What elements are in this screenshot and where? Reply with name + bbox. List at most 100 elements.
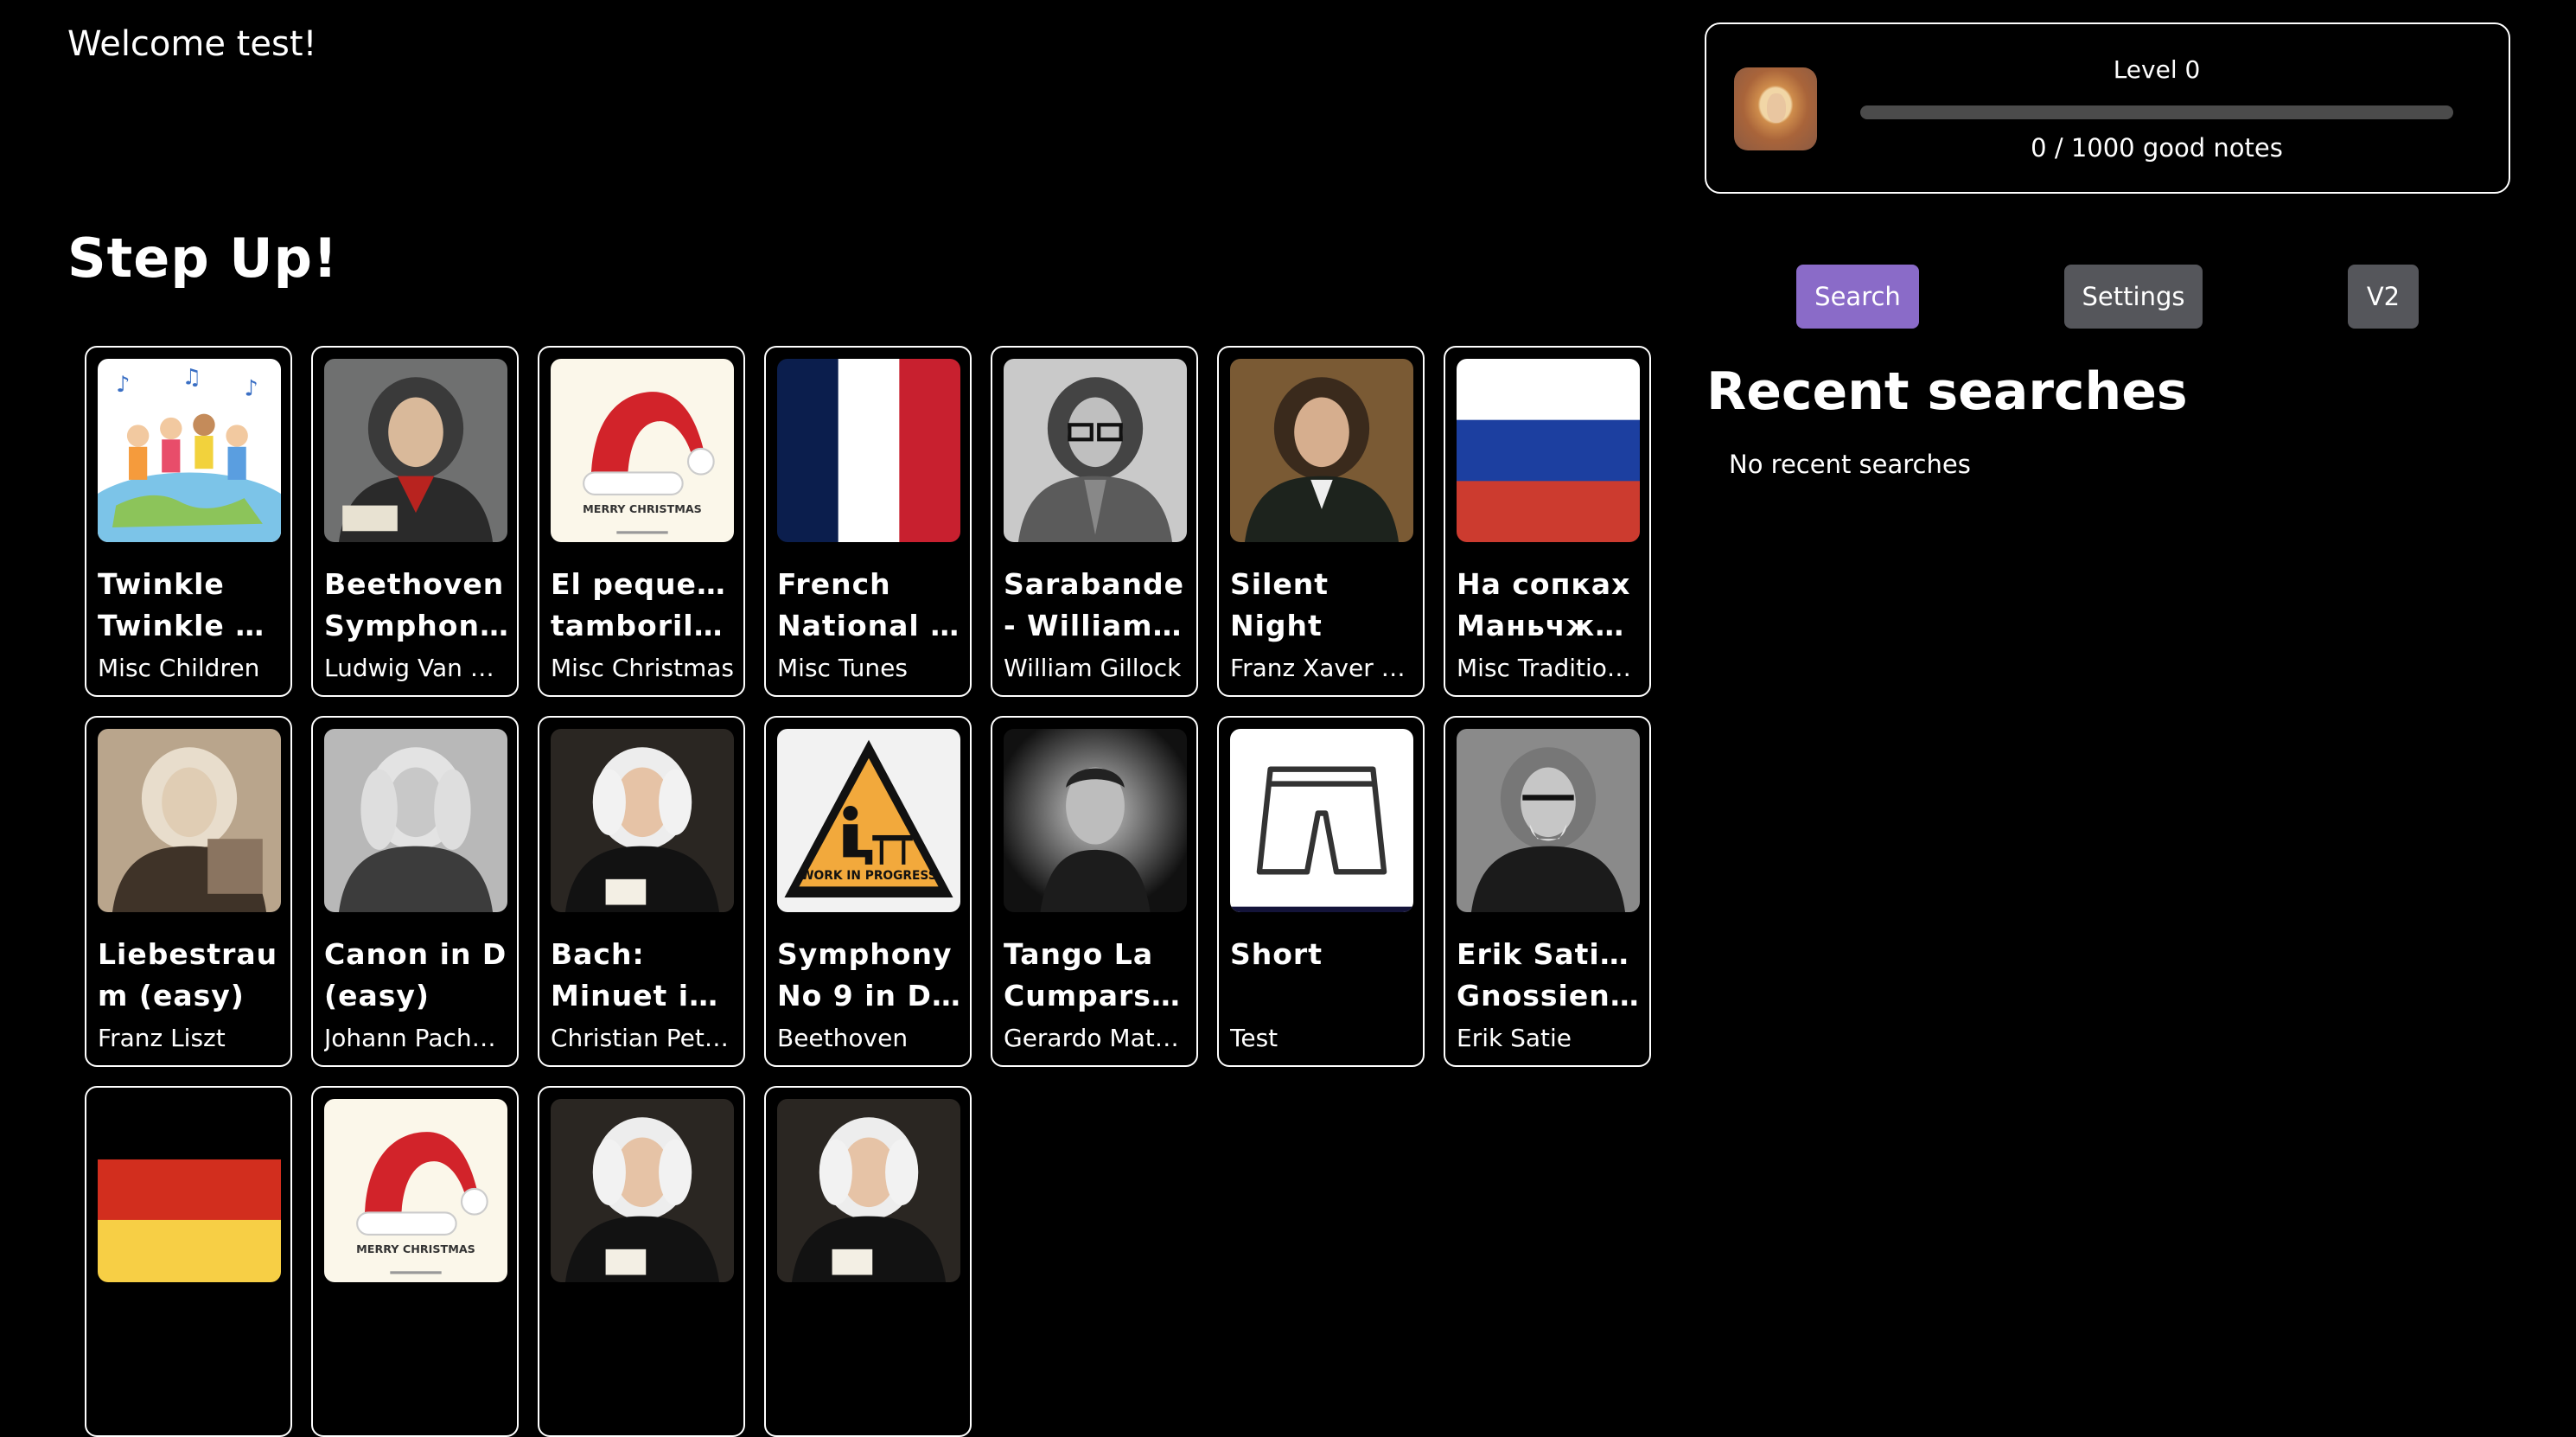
song-title — [98, 1304, 282, 1387]
germany-flag-icon — [98, 1099, 281, 1282]
song-card[interactable]: Bach: Minuet in … Christian Petz… — [538, 716, 745, 1067]
matos-portrait-icon — [1004, 729, 1187, 912]
gruber-portrait-icon — [1230, 359, 1413, 542]
song-card[interactable]: MERRY CHRISTMAS — [311, 1086, 519, 1437]
recent-searches-title: Recent searches — [1706, 361, 2188, 422]
song-title-line: Twinkle — [98, 567, 225, 601]
song-title-line: Symphony — [777, 937, 953, 971]
song-card[interactable]: Erik Satie - Gnossienn… Erik Satie — [1444, 716, 1651, 1067]
v2-button[interactable]: V2 — [2348, 265, 2419, 329]
song-artist: Beethoven — [777, 1024, 909, 1052]
song-title-line: Silent — [1230, 567, 1329, 601]
song-title: El pequeño tamborile… — [551, 564, 735, 647]
song-title-line: Sarabande — [1004, 567, 1184, 601]
song-card[interactable]: WORK IN PROGRESS Symphony No 9 in D … Beeth… — [764, 716, 972, 1067]
level-panel: Level 0 0 / 1000 good notes — [1705, 22, 2510, 194]
svg-text:♪: ♪ — [116, 371, 130, 397]
shorts-icon — [1230, 729, 1413, 912]
song-title-line: Liebestrau — [98, 937, 278, 971]
song-card[interactable]: Tango La Cumparsit… Gerardo Mato… — [991, 716, 1198, 1067]
settings-button[interactable]: Settings — [2064, 265, 2203, 329]
song-title: Erik Satie - Gnossienn… — [1457, 934, 1641, 1017]
santa-hat-icon: MERRY CHRISTMAS — [551, 359, 734, 542]
song-title-line: El pequeño — [551, 567, 735, 601]
france-flag-icon — [777, 359, 960, 542]
bach-portrait-icon — [777, 1099, 960, 1282]
song-title-line: Night — [1230, 609, 1323, 642]
kids-globe-icon: ♪ ♫ ♪ — [98, 359, 281, 542]
russia-flag-icon — [1457, 359, 1640, 542]
santa-hat-icon: MERRY CHRISTMAS — [324, 1099, 507, 1282]
song-title: Liebestrau m (easy) — [98, 934, 282, 1017]
song-title-line: No 9 in D … — [777, 979, 961, 1012]
song-title-line: Tango La — [1004, 937, 1154, 971]
song-title-line: Erik Satie - — [1457, 937, 1641, 971]
song-artist: Misc Traditional — [1457, 654, 1641, 682]
song-title-line: - William … — [1004, 609, 1188, 642]
song-title-line: Bach: — [551, 937, 645, 971]
song-title-line: Beethoven — [324, 567, 505, 601]
work-in-progress-icon: WORK IN PROGRESS — [777, 729, 960, 912]
song-artist: Misc Children — [98, 654, 260, 682]
song-grid: ♪ ♫ ♪ Twinkle Twinkle … Misc Children Beetho… — [85, 346, 1655, 1437]
song-card[interactable] — [538, 1086, 745, 1437]
song-title-line: Gnossienn… — [1457, 979, 1641, 1012]
bach-portrait-icon — [551, 729, 734, 912]
song-title: Bach: Minuet in … — [551, 934, 735, 1017]
song-title-line: National … — [777, 609, 960, 642]
song-card[interactable]: French National … Misc Tunes — [764, 346, 972, 697]
song-title: Tango La Cumparsit… — [1004, 934, 1188, 1017]
song-title: Sarabande - William … — [1004, 564, 1188, 647]
svg-text:MERRY CHRISTMAS: MERRY CHRISTMAS — [356, 1242, 475, 1255]
good-notes-count: 0 / 1000 good notes — [2031, 133, 2283, 163]
section-title: Step Up! — [67, 227, 339, 290]
song-title: Symphony No 9 in D … — [777, 934, 961, 1017]
song-artist: Franz Liszt — [98, 1024, 226, 1052]
song-title: Silent Night — [1230, 564, 1414, 647]
song-card[interactable]: Liebestrau m (easy) Franz Liszt — [85, 716, 292, 1067]
song-title: Short — [1230, 934, 1414, 1017]
song-title-line: Cumparsit… — [1004, 979, 1188, 1012]
song-card[interactable]: Short Test — [1217, 716, 1425, 1067]
avatar[interactable] — [1734, 67, 1817, 150]
svg-text:♫: ♫ — [182, 364, 202, 390]
song-artist: Christian Petz… — [551, 1024, 735, 1052]
song-card[interactable]: Silent Night Franz Xaver G… — [1217, 346, 1425, 697]
bach-portrait-icon — [551, 1099, 734, 1282]
welcome-text: Welcome test! — [67, 24, 317, 64]
gillock-portrait-icon — [1004, 359, 1187, 542]
song-title-line: m (easy) — [98, 979, 245, 1012]
song-artist: Misc Christmas — [551, 654, 734, 682]
song-card[interactable]: Beethoven Symphon… Ludwig Van B… — [311, 346, 519, 697]
song-title-line: Маньчжури… — [1457, 609, 1641, 642]
song-title: French National … — [777, 564, 961, 647]
song-title — [324, 1304, 508, 1387]
song-artist: Misc Tunes — [777, 654, 908, 682]
song-title: Twinkle Twinkle … — [98, 564, 282, 647]
song-title: Beethoven Symphon… — [324, 564, 508, 647]
song-title-line: Canon in D — [324, 937, 507, 971]
song-title-line: Twinkle … — [98, 609, 265, 642]
svg-text:WORK IN PROGRESS: WORK IN PROGRESS — [800, 869, 936, 883]
song-artist: Johann Pache… — [324, 1024, 508, 1052]
song-card[interactable] — [85, 1086, 292, 1437]
song-card[interactable]: На сопках Маньчжури… Misc Traditional — [1444, 346, 1651, 697]
pachelbel-portrait-icon — [324, 729, 507, 912]
song-title-line: Minuet in … — [551, 979, 735, 1012]
song-card[interactable]: MERRY CHRISTMAS El pequeño tamborile… Misc… — [538, 346, 745, 697]
song-title-line: Symphon… — [324, 609, 508, 642]
song-title — [777, 1304, 961, 1387]
song-artist: Ludwig Van B… — [324, 654, 508, 682]
song-artist: Test — [1230, 1024, 1278, 1052]
svg-text:MERRY CHRISTMAS: MERRY CHRISTMAS — [583, 502, 702, 515]
song-artist: Erik Satie — [1457, 1024, 1572, 1052]
song-title-line: На сопках — [1457, 567, 1631, 601]
song-card[interactable] — [764, 1086, 972, 1437]
song-card[interactable]: ♪ ♫ ♪ Twinkle Twinkle … Misc Children — [85, 346, 292, 697]
song-title: На сопках Маньчжури… — [1457, 564, 1641, 647]
song-title-line: French — [777, 567, 891, 601]
song-artist: William Gillock — [1004, 654, 1182, 682]
search-button[interactable]: Search — [1796, 265, 1919, 329]
song-card[interactable]: Sarabande - William … William Gillock — [991, 346, 1198, 697]
song-card[interactable]: Canon in D (easy) Johann Pache… — [311, 716, 519, 1067]
